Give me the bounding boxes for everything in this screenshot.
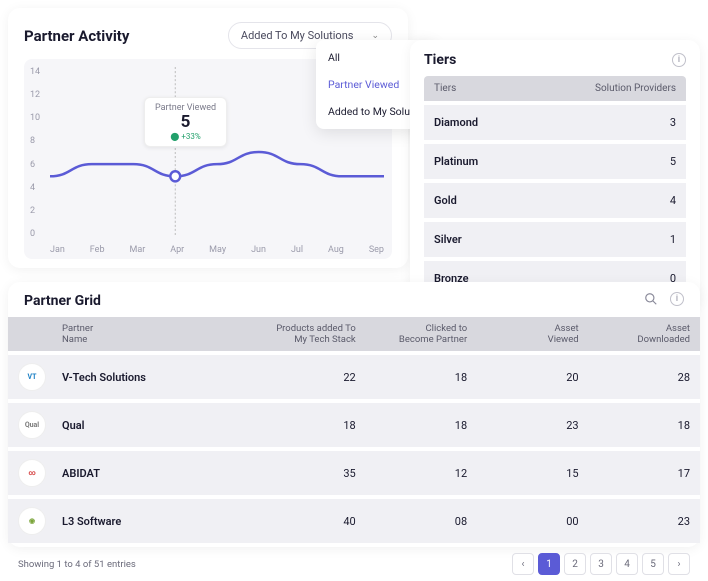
table-row[interactable]: ∞ ABIDAT35121517: [8, 447, 700, 495]
chevron-down-icon: ⌄: [371, 31, 379, 41]
pager-page[interactable]: 1: [538, 553, 560, 575]
partner-logo: Qual: [18, 411, 46, 439]
tiers-row[interactable]: Silver 1: [424, 218, 686, 257]
grid-col-products: Products added ToMy Tech Stack: [244, 323, 355, 345]
y-tick: 12: [30, 90, 40, 100]
tier-count: 1: [670, 233, 676, 246]
tier-count: 5: [670, 155, 676, 168]
x-tick: Apr: [170, 245, 184, 255]
cell-products: 35: [244, 467, 355, 480]
grid-col-clicked: Clicked toBecome Partner: [356, 323, 467, 345]
tiers-header-row: Tiers Solution Providers: [424, 76, 686, 101]
partner-logo: VT: [18, 363, 46, 391]
pager-summary: Showing 1 to 4 of 51 entries: [18, 559, 136, 570]
tier-name: Platinum: [434, 155, 478, 168]
info-icon[interactable]: i: [670, 292, 684, 306]
x-tick: Sep: [369, 245, 384, 255]
y-tick: 4: [30, 183, 40, 193]
table-row[interactable]: VT V-Tech Solutions22182028: [8, 351, 700, 399]
tiers-title: Tiers: [424, 52, 456, 68]
partner-logo: ∞: [18, 459, 46, 487]
x-tick: May: [209, 245, 226, 255]
cell-viewed: 20: [467, 371, 578, 384]
y-tick: 10: [30, 113, 40, 123]
x-tick: Aug: [328, 245, 344, 255]
cell-viewed: 23: [467, 419, 578, 432]
y-tick: 0: [30, 229, 40, 239]
x-tick: Jun: [251, 245, 266, 255]
partner-logo: ◉: [18, 507, 46, 535]
cell-downloaded: 18: [579, 419, 690, 432]
y-axis: 14 12 10 8 6 4 2 0: [30, 67, 40, 239]
tier-count: 4: [670, 194, 676, 207]
tier-name: Silver: [434, 233, 462, 246]
partner-name: L3 Software: [62, 515, 244, 528]
grid-col-partner: PartnerName: [62, 323, 244, 345]
tiers-row[interactable]: Platinum 5: [424, 140, 686, 179]
cell-products: 18: [244, 419, 355, 432]
x-tick: Jan: [50, 245, 65, 255]
cell-downloaded: 28: [579, 371, 690, 384]
tooltip-value: 5: [155, 113, 216, 132]
y-tick: 6: [30, 160, 40, 170]
partner-name: V-Tech Solutions: [62, 371, 244, 384]
partner-grid-section: Partner Grid i PartnerName Products adde…: [8, 282, 700, 581]
y-tick: 14: [30, 67, 40, 77]
x-tick: Jul: [291, 245, 303, 255]
tiers-row[interactable]: Diamond 3: [424, 101, 686, 140]
table-row[interactable]: QualQual18182318: [8, 399, 700, 447]
pager-next[interactable]: ›: [668, 553, 690, 575]
search-icon[interactable]: [644, 292, 658, 309]
cell-viewed: 00: [467, 515, 578, 528]
tooltip-delta: ⬤ +33%: [155, 132, 216, 141]
pager-page[interactable]: 2: [564, 553, 586, 575]
cell-clicked: 18: [356, 419, 467, 432]
pager-page[interactable]: 4: [616, 553, 638, 575]
tiers-col-count: Solution Providers: [595, 83, 676, 94]
x-axis: Jan Feb Mar Apr May Jun Jul Aug Sep: [50, 245, 384, 255]
tier-name: Diamond: [434, 116, 478, 129]
pagination: Showing 1 to 4 of 51 entries ‹12345›: [8, 547, 700, 581]
x-tick: Feb: [90, 245, 105, 255]
tier-name: Gold: [434, 194, 457, 207]
tiers-col-name: Tiers: [434, 83, 456, 94]
cell-viewed: 15: [467, 467, 578, 480]
chart-title: Partner Activity: [24, 27, 129, 45]
cell-clicked: 08: [356, 515, 467, 528]
y-tick: 8: [30, 136, 40, 146]
grid-title: Partner Grid: [24, 293, 644, 309]
grid-col-viewed: AssetViewed: [467, 323, 578, 345]
cell-products: 40: [244, 515, 355, 528]
partner-name: ABIDAT: [62, 467, 244, 480]
pager-page[interactable]: 5: [642, 553, 664, 575]
tiers-row[interactable]: Gold 4: [424, 179, 686, 218]
x-tick: Mar: [129, 245, 145, 255]
cell-clicked: 12: [356, 467, 467, 480]
cell-downloaded: 23: [579, 515, 690, 528]
grid-col-downloaded: AssetDownloaded: [579, 323, 690, 345]
cell-downloaded: 17: [579, 467, 690, 480]
tiers-card: Tiers i Tiers Solution Providers Diamond…: [410, 40, 700, 308]
pager-prev[interactable]: ‹: [512, 553, 534, 575]
cell-clicked: 18: [356, 371, 467, 384]
y-tick: 2: [30, 206, 40, 216]
pager-page[interactable]: 3: [590, 553, 612, 575]
info-icon[interactable]: i: [672, 53, 686, 67]
partner-name: Qual: [62, 419, 244, 432]
tier-count: 3: [670, 116, 676, 129]
cell-products: 22: [244, 371, 355, 384]
chart-tooltip: Partner Viewed 5 ⬤ +33%: [144, 97, 227, 147]
grid-header-row: PartnerName Products added ToMy Tech Sta…: [8, 317, 700, 351]
table-row[interactable]: ◉ L3 Software40080023: [8, 495, 700, 543]
